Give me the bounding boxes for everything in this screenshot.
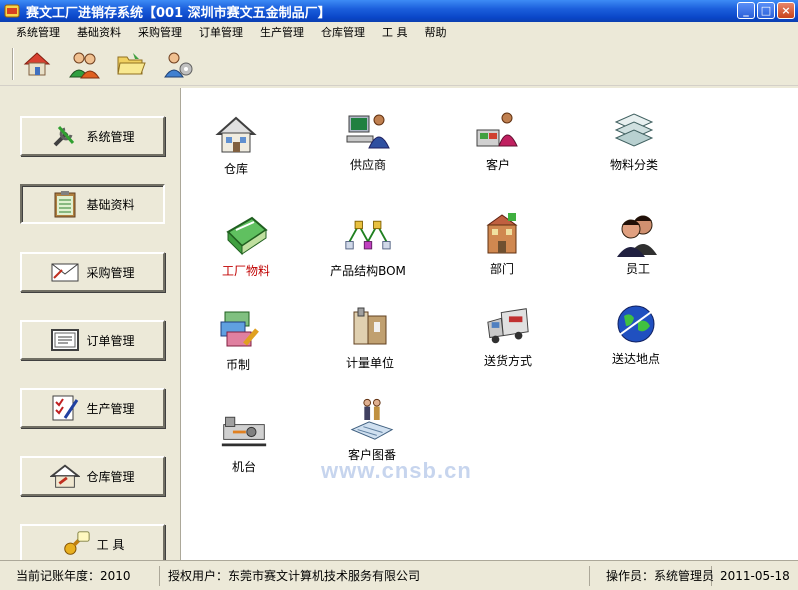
warehouse-icon xyxy=(50,462,81,490)
folder-open-icon xyxy=(117,52,146,74)
toolbar-open-button[interactable] xyxy=(114,47,148,81)
module-customer-drawings[interactable]: 客户图番 xyxy=(317,396,427,463)
module-factory-materials[interactable]: 工厂物料 xyxy=(191,212,301,279)
tree-icon xyxy=(344,212,392,260)
module-delivery-location[interactable]: 送达地点 xyxy=(581,300,691,367)
module-material-category[interactable]: 物料分类 xyxy=(579,106,689,173)
app-icon xyxy=(4,4,20,18)
status-bar: 当前记账年度：2010 授权用户：东莞市赛文计算机技术服务有限公司 操作员：系统… xyxy=(0,560,798,590)
toolbar-home-button[interactable] xyxy=(20,47,54,81)
stack-icon xyxy=(610,106,658,154)
module-delivery-method[interactable]: 送货方式 xyxy=(453,302,563,369)
module-customer[interactable]: 客户 xyxy=(443,106,553,173)
document-icon xyxy=(50,326,80,354)
window-title: 赛文工厂进销存系统【001 深圳市赛文五金制品厂】 xyxy=(26,5,331,21)
key-icon xyxy=(61,530,91,558)
nav-system-management[interactable]: 系统管理 xyxy=(20,116,165,156)
maximize-button[interactable]: □ xyxy=(757,2,775,19)
nav-purchase-management[interactable]: 采购管理 xyxy=(20,252,165,292)
computer-user-icon xyxy=(344,106,392,154)
tools-icon xyxy=(50,122,80,150)
users-icon xyxy=(69,52,100,78)
menu-help[interactable]: 帮助 xyxy=(425,24,447,40)
module-employee[interactable]: 员工 xyxy=(583,210,693,277)
module-warehouse[interactable]: 仓库 xyxy=(181,110,291,177)
menu-basic-data[interactable]: 基础资料 xyxy=(77,24,121,40)
menu-tools[interactable]: 工 具 xyxy=(382,24,408,40)
nav-order-management[interactable]: 订单管理 xyxy=(20,320,165,360)
module-label: 物料分类 xyxy=(609,158,658,172)
module-machine[interactable]: 机台 xyxy=(189,408,299,475)
envelope-icon xyxy=(50,258,80,286)
nav-label: 采购管理 xyxy=(86,265,135,280)
module-label: 币制 xyxy=(225,358,250,372)
module-department[interactable]: 部门 xyxy=(447,210,557,277)
module-label: 送达地点 xyxy=(611,352,660,366)
menu-system[interactable]: 系统管理 xyxy=(16,24,60,40)
department-icon xyxy=(478,210,526,258)
clipboard-icon xyxy=(50,190,80,218)
module-label: 员工 xyxy=(625,262,650,276)
window-controls: _ □ × xyxy=(737,2,795,19)
toolbar xyxy=(0,42,798,86)
nav-label: 系统管理 xyxy=(86,129,135,144)
status-date: 2011-05-18 xyxy=(720,568,790,583)
status-accounting-year: 当前记账年度：2010 xyxy=(0,565,160,586)
people-icon xyxy=(614,210,662,258)
module-product-bom[interactable]: 产品结构BOM xyxy=(313,212,423,279)
status-operator: 操作员：系统管理员 xyxy=(590,565,714,586)
nav-tools[interactable]: 工 具 xyxy=(20,524,165,560)
module-label: 计量单位 xyxy=(345,356,394,370)
module-label: 工厂物料 xyxy=(221,264,270,278)
nav-label: 订单管理 xyxy=(86,333,135,348)
module-supplier[interactable]: 供应商 xyxy=(313,106,423,173)
module-unit-of-measure[interactable]: 计量单位 xyxy=(315,304,425,371)
menu-bar: 系统管理 基础资料 采购管理 订单管理 生产管理 仓库管理 工 具 帮助 xyxy=(0,22,798,42)
module-label: 部门 xyxy=(489,262,514,276)
module-label: 送货方式 xyxy=(483,354,532,368)
blueprint-icon xyxy=(348,396,396,444)
nav-production-management[interactable]: 生产管理 xyxy=(20,388,165,428)
nav-label: 生产管理 xyxy=(86,401,135,416)
module-label: 客户 xyxy=(485,158,510,172)
module-label: 机台 xyxy=(231,460,256,474)
menu-warehouse[interactable]: 仓库管理 xyxy=(321,24,365,40)
globe-icon xyxy=(612,300,660,348)
status-licensed-user: 授权用户：东莞市赛文计算机技术服务有限公司 xyxy=(160,565,590,586)
nav-label: 基础资料 xyxy=(86,197,135,212)
house-icon xyxy=(23,51,51,75)
module-label: 仓库 xyxy=(223,162,248,176)
module-panel: 仓库 供应商 客户 物料分类 工厂物料 产品结构BOM 部门 员工 币制 计量单… xyxy=(180,88,798,560)
nav-basic-data[interactable]: 基础资料 xyxy=(20,184,165,224)
customer-icon xyxy=(474,106,522,154)
measure-icon xyxy=(346,304,394,352)
menu-orders[interactable]: 订单管理 xyxy=(199,24,243,40)
close-button[interactable]: × xyxy=(777,2,795,19)
toolbar-user-settings-button[interactable] xyxy=(161,47,195,81)
toolbar-grip xyxy=(12,47,14,80)
nav-label: 工 具 xyxy=(96,537,125,552)
truck-icon xyxy=(484,302,532,350)
module-label: 产品结构BOM xyxy=(330,264,406,278)
left-nav-panel: 系统管理 基础资料 采购管理 订单管理 生产管理 仓库管理 工 具 xyxy=(0,88,180,560)
book-icon xyxy=(222,212,270,260)
menu-production[interactable]: 生产管理 xyxy=(260,24,304,40)
menu-purchase[interactable]: 采购管理 xyxy=(138,24,182,40)
module-currency[interactable]: 币制 xyxy=(183,306,293,373)
watermark: www.cnsb.cn xyxy=(321,458,472,483)
user-settings-icon xyxy=(164,52,193,77)
currency-icon xyxy=(214,306,262,354)
minimize-button[interactable]: _ xyxy=(737,2,755,19)
module-label: 供应商 xyxy=(349,158,386,172)
nav-warehouse-management[interactable]: 仓库管理 xyxy=(20,456,165,496)
toolbar-users-button[interactable] xyxy=(67,47,101,81)
checklist-icon xyxy=(50,394,80,422)
machine-icon xyxy=(220,408,268,456)
nav-label: 仓库管理 xyxy=(86,469,135,484)
house-icon xyxy=(212,110,260,158)
title-bar[interactable]: 赛文工厂进销存系统【001 深圳市赛文五金制品厂】 _ □ × xyxy=(0,0,798,22)
